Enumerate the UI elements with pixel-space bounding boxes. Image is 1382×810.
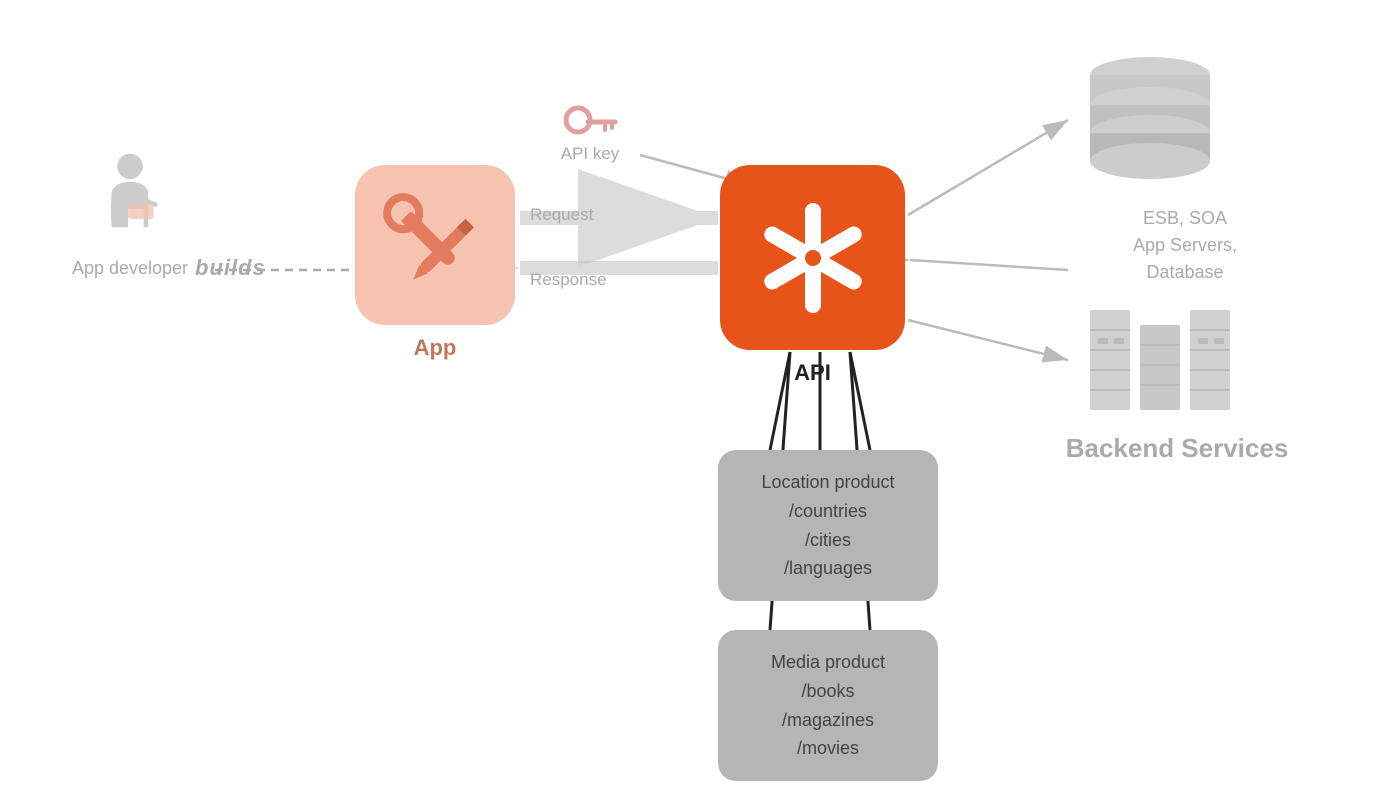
app-label: App xyxy=(355,335,515,361)
diagram: App developer builds App xyxy=(0,0,1382,810)
api-label: API xyxy=(720,360,905,386)
app-developer: App developer xyxy=(50,150,210,279)
backend-services-label: Backend Services xyxy=(1057,433,1297,464)
location-box-text: Location product /countries /cities /lan… xyxy=(734,468,922,583)
request-label: Request xyxy=(530,205,593,225)
server-icon xyxy=(1070,300,1270,435)
location-product-box: Location product /countries /cities /lan… xyxy=(718,450,938,601)
api-key-label: API key xyxy=(561,144,620,164)
app-developer-label: App developer xyxy=(72,258,188,279)
builds-label: builds xyxy=(195,255,266,281)
key-icon xyxy=(560,100,620,140)
media-product-box: Media product /books /magazines /movies xyxy=(718,630,938,781)
database-icon xyxy=(1070,50,1230,195)
api-snowflake-icon xyxy=(748,193,878,323)
tools-icon xyxy=(380,190,490,300)
api-box xyxy=(720,165,905,350)
person-icon xyxy=(90,150,170,250)
api-key-group: API key xyxy=(560,100,620,164)
media-box-text: Media product /books /magazines /movies xyxy=(734,648,922,763)
esb-label: ESB, SOA App Servers, Database xyxy=(1075,205,1295,286)
app-box xyxy=(355,165,515,325)
response-label: Response xyxy=(530,270,607,290)
